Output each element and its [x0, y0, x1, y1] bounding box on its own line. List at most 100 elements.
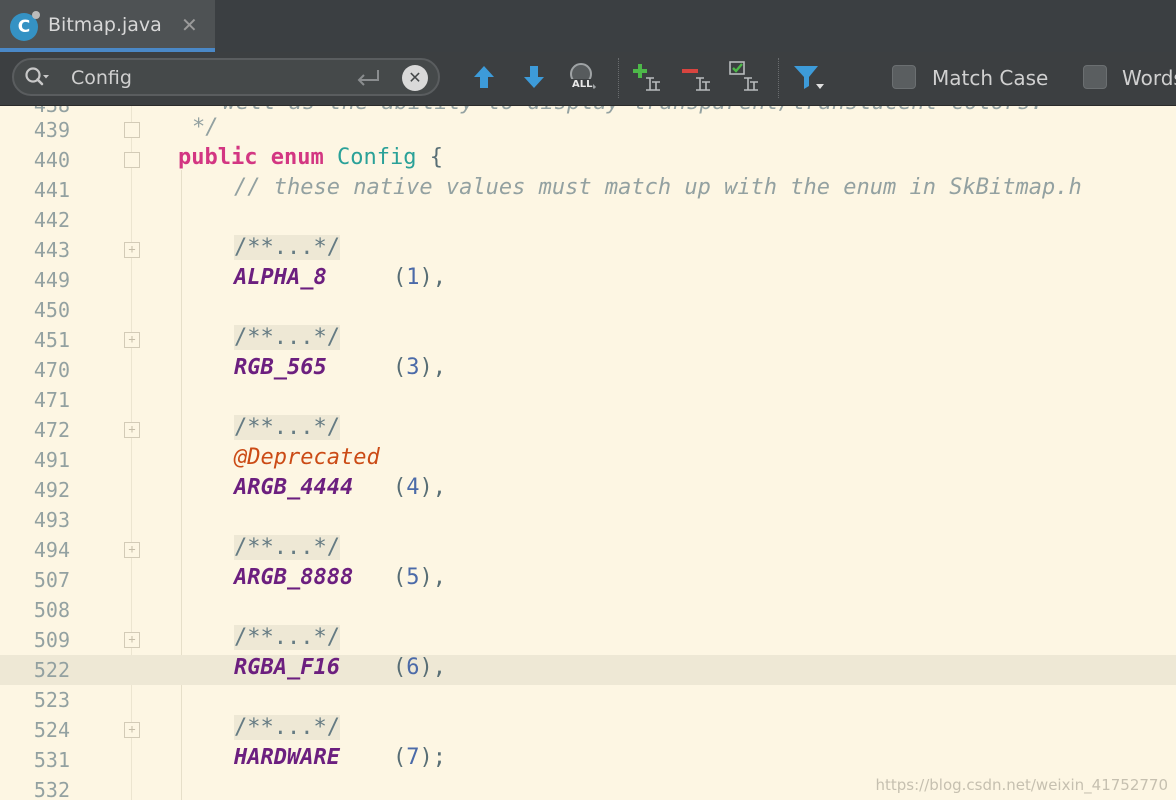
code-comment-partial: * well as the ability to display transpa…	[196, 106, 1044, 115]
code-line: 441 // these native values must match up…	[0, 175, 1176, 205]
punctuation: ),	[419, 265, 446, 290]
enum-constant: RGB_565 (3),	[234, 355, 446, 380]
enum-declaration: public enum Config {	[178, 145, 443, 170]
code-line: 442	[0, 205, 1176, 235]
fold-end-icon[interactable]	[124, 122, 140, 138]
punctuation: ),	[419, 355, 446, 380]
toolbar-separator	[778, 58, 779, 98]
fold-collapse-icon[interactable]	[124, 152, 140, 168]
code-line: 440 public enum Config {	[0, 145, 1176, 175]
current-code-line: 522 RGBA_F16 (6),	[0, 655, 1176, 685]
code-editor[interactable]: 438 * well as the ability to display tra…	[0, 106, 1176, 800]
code-line: 491 @Deprecated	[0, 445, 1176, 475]
line-number: 493	[33, 508, 70, 532]
line-number: 440	[33, 148, 70, 172]
code-line: 509 + /**...*/	[0, 625, 1176, 655]
match-case-label: Match Case	[932, 66, 1049, 90]
previous-occurrence-icon[interactable]	[467, 60, 501, 94]
punctuation: ),	[419, 475, 446, 500]
line-number: 442	[33, 208, 70, 232]
line-number: 451	[33, 328, 70, 352]
add-occurrence-icon[interactable]	[630, 60, 664, 94]
folded-javadoc[interactable]: /**...*/	[234, 325, 340, 350]
fold-expand-icon[interactable]: +	[124, 722, 140, 738]
clear-search-icon[interactable]: ✕	[402, 65, 428, 91]
code-line: 471	[0, 385, 1176, 415]
remove-occurrence-icon[interactable]	[680, 60, 714, 94]
spacing	[340, 745, 393, 770]
words-label: Words	[1122, 66, 1176, 90]
line-number: 491	[33, 448, 70, 472]
enum-constant: ARGB_8888 (5),	[234, 565, 446, 590]
punctuation: ),	[419, 565, 446, 590]
constant-value: 7	[406, 745, 420, 770]
new-line-icon[interactable]	[354, 67, 382, 89]
folded-javadoc[interactable]: /**...*/	[234, 625, 340, 650]
constant-name: RGBA_F16	[234, 655, 340, 680]
tab-bitmap-java[interactable]: C Bitmap.java ✕	[0, 0, 215, 52]
code-line: 523	[0, 685, 1176, 715]
line-number: 508	[33, 598, 70, 622]
spacing	[327, 355, 393, 380]
folded-javadoc[interactable]: /**...*/	[234, 715, 340, 740]
fold-expand-icon[interactable]: +	[124, 542, 140, 558]
constant-name: HARDWARE	[234, 745, 340, 770]
java-class-icon: C	[10, 11, 40, 41]
folded-javadoc[interactable]: /**...*/	[234, 415, 340, 440]
folded-javadoc[interactable]: /**...*/	[234, 235, 340, 260]
constant-name: ARGB_4444	[234, 475, 354, 500]
line-number: 443	[33, 238, 70, 262]
line-number: 450	[33, 298, 70, 322]
keyword: public	[178, 145, 258, 170]
fold-expand-icon[interactable]: +	[124, 332, 140, 348]
watermark: https://blog.csdn.net/weixin_41752770	[875, 776, 1168, 794]
code-line: 443 + /**...*/	[0, 235, 1176, 265]
constant-value: 1	[406, 265, 420, 290]
filter-icon[interactable]	[792, 60, 826, 94]
select-all-occurrences-icon[interactable]	[728, 60, 762, 94]
search-input[interactable]: Config	[71, 67, 132, 89]
fold-expand-icon[interactable]: +	[124, 242, 140, 258]
punctuation: );	[419, 745, 446, 770]
find-all-button[interactable]: ALL	[566, 60, 600, 94]
close-icon[interactable]: ✕	[181, 13, 198, 37]
fold-expand-icon[interactable]: +	[124, 632, 140, 648]
enum-constant: RGBA_F16 (6),	[234, 655, 446, 680]
constant-name: ARGB_8888	[234, 565, 354, 590]
constant-name: ALPHA_8	[234, 265, 327, 290]
line-number: 524	[33, 718, 70, 742]
brace: {	[416, 145, 443, 170]
editor-tab-bar: C Bitmap.java ✕	[0, 0, 1176, 52]
folded-javadoc[interactable]: /**...*/	[234, 535, 340, 560]
constant-name: RGB_565	[234, 355, 327, 380]
line-number: 509	[33, 628, 70, 652]
next-occurrence-icon[interactable]	[517, 60, 551, 94]
constant-value: 3	[406, 355, 420, 380]
line-number: 522	[33, 658, 70, 682]
search-field[interactable]: Config ✕	[12, 58, 440, 96]
spacing	[340, 655, 393, 680]
line-number: 494	[33, 538, 70, 562]
code-line: 449 ALPHA_8 (1),	[0, 265, 1176, 295]
match-case-checkbox[interactable]	[892, 65, 916, 89]
code-line: 472 + /**...*/	[0, 415, 1176, 445]
line-number: 449	[33, 268, 70, 292]
words-checkbox[interactable]	[1083, 65, 1107, 89]
code-line: 439 */	[0, 115, 1176, 145]
code-line: 494 + /**...*/	[0, 535, 1176, 565]
annotation: @Deprecated	[234, 445, 380, 470]
spacing	[353, 475, 393, 500]
toolbar-separator	[618, 58, 619, 98]
line-comment: // these native values must match up wit…	[234, 175, 1082, 200]
code-line: 451 + /**...*/	[0, 325, 1176, 355]
fold-expand-icon[interactable]: +	[124, 422, 140, 438]
code-line: 524 + /**...*/	[0, 715, 1176, 745]
enum-constant: ARGB_4444 (4),	[234, 475, 446, 500]
spacing	[353, 565, 393, 590]
code-line: 450	[0, 295, 1176, 325]
search-history-icon[interactable]	[24, 66, 50, 90]
line-number: 532	[33, 778, 70, 800]
comment-close: */	[192, 115, 219, 140]
code-line: 470 RGB_565 (3),	[0, 355, 1176, 385]
enum-constant: HARDWARE (7);	[234, 745, 446, 770]
